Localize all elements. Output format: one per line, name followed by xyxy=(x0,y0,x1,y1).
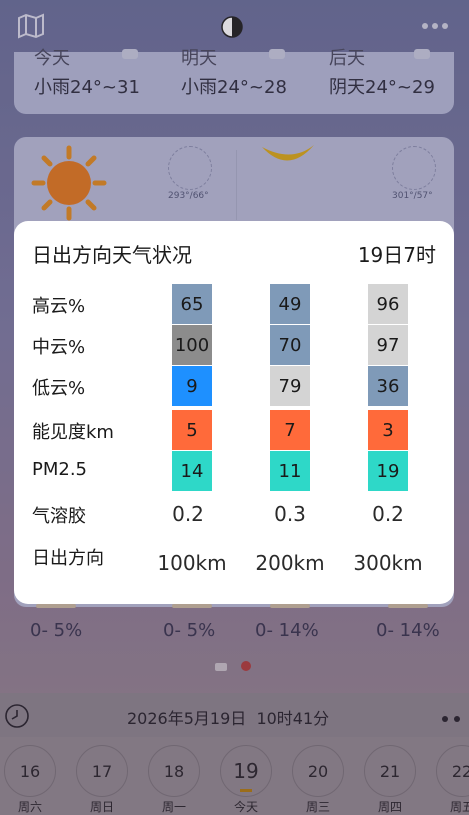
row-label: 高云% xyxy=(32,296,86,317)
row-label: PM2.5 xyxy=(32,459,88,480)
distance-value: 200km xyxy=(255,551,325,575)
value-cell: 3 xyxy=(368,410,408,450)
value-cell: 100 xyxy=(172,325,212,365)
distance-value: 300km xyxy=(353,551,423,575)
sunrise-weather-popup: 日出方向天气状况 19日7时 高云% 65 49 96 中云% 100 70 97 低云% 9 79… xyxy=(14,221,454,604)
value-cell: 97 xyxy=(368,325,408,365)
value-cell: 11 xyxy=(270,451,310,491)
value-cell: 19 xyxy=(368,451,408,491)
value-cell: 65 xyxy=(172,284,212,324)
value-cell: 5 xyxy=(172,410,212,450)
distance-value: 100km xyxy=(157,551,227,575)
value-cell: 96 xyxy=(368,284,408,324)
value-cell: 79 xyxy=(270,366,310,406)
aerosol-value: 0.2 xyxy=(372,502,404,526)
aerosol-label: 气溶胶 xyxy=(32,506,86,527)
value-cell: 36 xyxy=(368,366,408,406)
row-label: 中云% xyxy=(32,337,86,358)
value-cell: 49 xyxy=(270,284,310,324)
value-cell: 14 xyxy=(172,451,212,491)
value-cell: 7 xyxy=(270,410,310,450)
popup-time: 19日7时 xyxy=(357,243,436,267)
row-label: 低云% xyxy=(32,378,86,399)
aerosol-value: 0.3 xyxy=(274,502,306,526)
value-cell: 70 xyxy=(270,325,310,365)
aerosol-value: 0.2 xyxy=(172,502,204,526)
direction-label: 日出方向 xyxy=(32,548,104,569)
popup-title: 日出方向天气状况 xyxy=(32,243,192,267)
row-label: 能见度km xyxy=(32,422,114,443)
value-cell: 9 xyxy=(172,366,212,406)
